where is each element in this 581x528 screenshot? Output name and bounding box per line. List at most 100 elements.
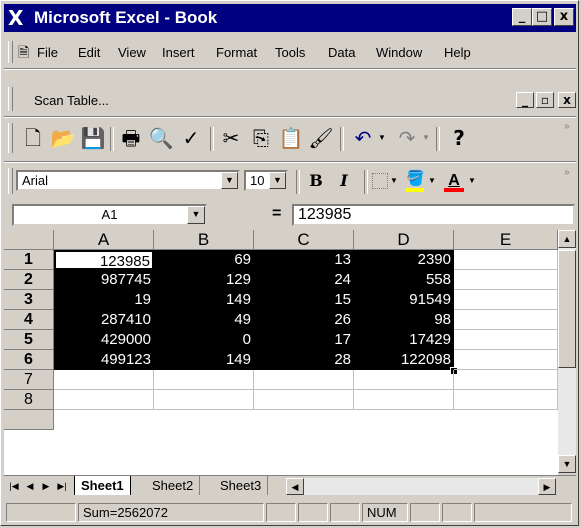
vertical-scrollbar[interactable]: ▲ ▼ xyxy=(558,230,576,473)
minimize-button[interactable]: _ xyxy=(512,8,532,26)
cell-b2[interactable]: 129 xyxy=(154,270,254,290)
column-header-a[interactable]: A xyxy=(54,230,154,250)
print-icon[interactable]: 🖶 xyxy=(118,125,144,151)
cell-e8[interactable] xyxy=(454,390,558,410)
cell-c7[interactable] xyxy=(254,370,354,390)
row-header[interactable] xyxy=(4,410,54,430)
chevron-down-icon[interactable]: ▼ xyxy=(187,206,205,224)
cell-a4[interactable]: 287410 xyxy=(54,310,154,330)
tab-sheet1[interactable]: Sheet1 xyxy=(74,476,131,495)
cell-a8[interactable] xyxy=(54,390,154,410)
borders-dropdown-arrow-icon[interactable]: ▼ xyxy=(390,176,398,185)
scroll-left-icon[interactable]: ◀ xyxy=(286,478,304,495)
undo-dropdown-arrow-icon[interactable]: ▼ xyxy=(378,133,386,142)
font-name-combo[interactable]: Arial ▼ xyxy=(16,170,240,191)
cell-e2[interactable] xyxy=(454,270,558,290)
cell-b5[interactable]: 0 xyxy=(154,330,254,350)
worksheet-grid[interactable]: A B C D E 1 2 3 4 5 6 7 8 123985 69 13 2… xyxy=(4,230,558,475)
menu-insert[interactable]: Insert xyxy=(162,45,195,60)
menu-help[interactable]: Help xyxy=(444,45,471,60)
scroll-down-icon[interactable]: ▼ xyxy=(558,455,576,473)
maximize-button[interactable]: □ xyxy=(532,8,552,26)
cell-a5[interactable]: 429000 xyxy=(54,330,154,350)
next-sheet-icon[interactable]: ▶ xyxy=(38,478,54,494)
borders-icon[interactable] xyxy=(372,173,388,189)
cell-b1[interactable]: 69 xyxy=(154,250,254,270)
bold-button[interactable]: B xyxy=(304,170,328,192)
tab-sheet3[interactable]: Sheet3 xyxy=(214,476,269,495)
font-size-combo[interactable]: 10 ▼ xyxy=(244,170,288,191)
redo-icon[interactable]: ↷ xyxy=(394,125,420,151)
cell-d6[interactable]: 122098 xyxy=(354,350,454,370)
cell-d2[interactable]: 558 xyxy=(354,270,454,290)
cell-e1[interactable] xyxy=(454,250,558,270)
chevron-down-icon[interactable]: ▼ xyxy=(269,172,286,189)
doc-close-button[interactable]: x xyxy=(558,92,576,108)
cut-icon[interactable]: ✂ xyxy=(218,125,244,151)
close-button[interactable]: x xyxy=(554,8,574,26)
cell-a2[interactable]: 987745 xyxy=(54,270,154,290)
print-preview-icon[interactable]: 🔍 xyxy=(148,125,174,151)
cell-b8[interactable] xyxy=(154,390,254,410)
cell-e4[interactable] xyxy=(454,310,558,330)
column-header-b[interactable]: B xyxy=(154,230,254,250)
cell-e6[interactable] xyxy=(454,350,558,370)
cell-d8[interactable] xyxy=(354,390,454,410)
cell-d4[interactable]: 98 xyxy=(354,310,454,330)
cell-c6[interactable]: 28 xyxy=(254,350,354,370)
column-header-c[interactable]: C xyxy=(254,230,354,250)
cell-c8[interactable] xyxy=(254,390,354,410)
cell-a7[interactable] xyxy=(54,370,154,390)
open-icon[interactable]: 📂 xyxy=(50,125,76,151)
title-bar[interactable]: X Microsoft Excel - Book _ □ x xyxy=(4,4,576,32)
cell-a3[interactable]: 19 xyxy=(54,290,154,310)
scroll-thumb[interactable] xyxy=(558,250,576,368)
paste-icon[interactable]: 📋 xyxy=(278,125,304,151)
cell-b6[interactable]: 149 xyxy=(154,350,254,370)
column-header-d[interactable]: D xyxy=(354,230,454,250)
cell-c5[interactable]: 17 xyxy=(254,330,354,350)
menu-view[interactable]: View xyxy=(118,45,146,60)
cell-c3[interactable]: 15 xyxy=(254,290,354,310)
menu-file[interactable]: File xyxy=(37,45,58,60)
row-header[interactable]: 7 xyxy=(4,370,54,390)
copy-icon[interactable]: ⎘ xyxy=(248,125,274,151)
cell-c1[interactable]: 13 xyxy=(254,250,354,270)
row-header[interactable]: 8 xyxy=(4,390,54,410)
row-header[interactable]: 3 xyxy=(4,290,54,310)
cell-c4[interactable]: 26 xyxy=(254,310,354,330)
scanbar-grip[interactable] xyxy=(8,87,13,111)
cell-a1[interactable]: 123985 xyxy=(54,250,154,270)
formula-equals-label[interactable]: = xyxy=(272,204,281,224)
row-header[interactable]: 1 xyxy=(4,250,54,270)
horizontal-scrollbar[interactable]: ◀ ▶ xyxy=(286,478,556,495)
cell-e7[interactable] xyxy=(454,370,558,390)
format-painter-icon[interactable]: 🖌 xyxy=(308,125,334,151)
row-header[interactable]: 4 xyxy=(4,310,54,330)
fill-color-icon[interactable]: 🪣 xyxy=(406,169,425,187)
new-icon[interactable]: 🗋 xyxy=(20,125,46,151)
column-header-e[interactable]: E xyxy=(454,230,558,250)
menu-edit[interactable]: Edit xyxy=(78,45,100,60)
spelling-icon[interactable]: ✓ xyxy=(178,125,204,151)
save-icon[interactable]: 💾 xyxy=(80,125,106,151)
tab-sheet2[interactable]: Sheet2 xyxy=(146,476,201,495)
menubar-grip[interactable] xyxy=(8,41,13,63)
row-header[interactable]: 2 xyxy=(4,270,54,290)
fill-dropdown-arrow-icon[interactable]: ▼ xyxy=(428,176,436,185)
row-header[interactable]: 6 xyxy=(4,350,54,370)
first-sheet-icon[interactable]: |◀ xyxy=(6,478,22,494)
font-color-dropdown-arrow-icon[interactable]: ▼ xyxy=(468,176,476,185)
doc-minimize-button[interactable]: _ xyxy=(516,92,534,108)
excel-app-icon[interactable]: X xyxy=(8,7,30,29)
menu-window[interactable]: Window xyxy=(376,45,422,60)
cell-a6[interactable]: 499123 xyxy=(54,350,154,370)
toolbar-grip[interactable] xyxy=(8,123,13,153)
select-all-corner[interactable] xyxy=(4,230,54,250)
cell-e5[interactable] xyxy=(454,330,558,350)
menu-data[interactable]: Data xyxy=(328,45,355,60)
menu-tools[interactable]: Tools xyxy=(275,45,305,60)
cell-d7[interactable] xyxy=(354,370,454,390)
cell-b7[interactable] xyxy=(154,370,254,390)
cell-d1[interactable]: 2390 xyxy=(354,250,454,270)
